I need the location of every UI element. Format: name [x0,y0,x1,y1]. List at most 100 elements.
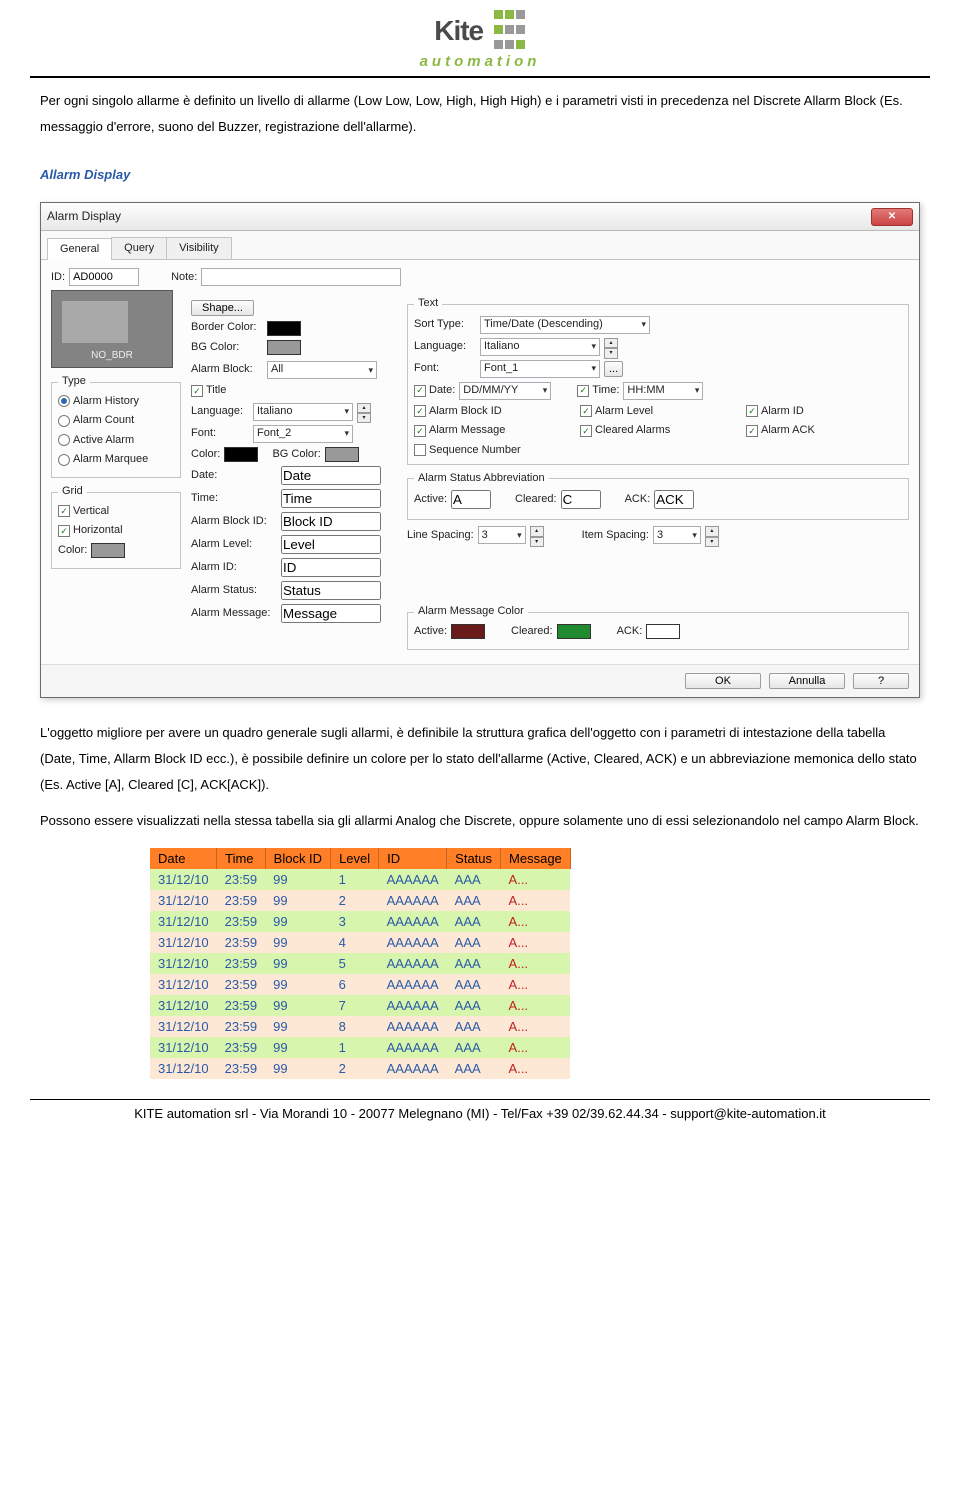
item-spacing-combo[interactable]: 3 [653,526,701,544]
close-icon[interactable]: ✕ [871,208,913,226]
type-radio-2[interactable]: Active Alarm [58,433,134,448]
text-language-spinner[interactable]: ▴▾ [604,338,618,356]
header-rule [30,76,930,78]
shape-button[interactable]: Shape... [191,300,254,316]
table-cell: A... [501,890,571,911]
cleared-abbrev-input[interactable] [561,490,601,509]
blockid-header-input[interactable] [281,512,381,531]
dialog-titlebar: Alarm Display ✕ [41,203,919,231]
type-radio-3[interactable]: Alarm Marquee [58,452,148,467]
table-cell: 4 [331,932,379,953]
ack-color-swatch[interactable] [646,624,680,639]
table-cell: 99 [265,911,330,932]
time-header-input[interactable] [281,489,381,508]
vertical-checkbox[interactable]: Vertical [58,504,109,519]
table-cell: AAAAAA [379,869,447,890]
grid-color-swatch[interactable] [91,543,125,558]
type-legend: Type [58,374,90,389]
line-spacing-combo[interactable]: 3 [478,526,526,544]
tab-query[interactable]: Query [111,237,167,259]
text-fieldset: Text Sort Type:Time/Date (Descending) La… [407,296,909,465]
text-language-combo[interactable]: Italiano [480,338,600,356]
table-cell: AAA [447,953,501,974]
date-format-combo[interactable]: DD/MM/YY [459,382,551,400]
cancel-button[interactable]: Annulla [769,673,845,689]
table-cell: AAA [447,1037,501,1058]
time-format-combo[interactable]: HH:MM [623,382,703,400]
sort-type-combo[interactable]: Time/Date (Descending) [480,316,650,334]
table-cell: 31/12/10 [150,911,217,932]
help-button[interactable]: ? [853,673,909,689]
border-color-swatch[interactable] [267,321,301,336]
page-footer: KITE automation srl - Via Morandi 10 - 2… [30,1099,930,1121]
table-header: Message [501,848,571,869]
table-cell: 99 [265,1016,330,1037]
title-language-combo[interactable]: Italiano [253,403,353,421]
logo-grid-icon [493,8,526,53]
active-color-swatch[interactable] [451,624,485,639]
table-cell: 8 [331,1016,379,1037]
table-cell: AAAAAA [379,932,447,953]
logo-subtitle: automation [420,53,541,70]
table-header: ID [379,848,447,869]
status-header-input[interactable] [281,581,381,600]
level-header-input[interactable] [281,535,381,554]
table-cell: A... [501,953,571,974]
horizontal-checkbox[interactable]: Horizontal [58,523,123,538]
cleared-color-swatch[interactable] [557,624,591,639]
msg-color-fieldset: Alarm Message Color Active: Cleared: ACK… [407,604,909,650]
alarm-table: DateTimeBlock IDLevelIDStatusMessage 31/… [150,848,571,1079]
check-alarm block id[interactable]: Alarm Block ID [414,404,570,419]
active-abbrev-input[interactable] [451,490,491,509]
check-alarm level[interactable]: Alarm Level [580,404,736,419]
title-checkbox[interactable]: Title [191,383,226,398]
message-header-input[interactable] [281,604,381,623]
note-input[interactable] [201,268,401,286]
title-bgcolor-swatch[interactable] [325,447,359,462]
type-radio-1[interactable]: Alarm Count [58,413,134,428]
check-alarm id[interactable]: Alarm ID [746,404,902,419]
table-cell: A... [501,869,571,890]
type-radio-0[interactable]: Alarm History [58,394,139,409]
table-cell: AAAAAA [379,911,447,932]
table-row: 31/12/1023:59991AAAAAAAAAA... [150,869,570,890]
line-spacing-spinner[interactable]: ▴▾ [530,526,544,544]
title-color-swatch[interactable] [224,447,258,462]
table-cell: AAA [447,995,501,1016]
tab-general[interactable]: General [47,238,112,260]
table-cell: 23:59 [217,911,266,932]
alarm-display-dialog: Alarm Display ✕ General Query Visibility… [40,202,920,698]
table-cell: 3 [331,911,379,932]
font-browse-button[interactable]: ... [604,361,623,377]
table-cell: 23:59 [217,869,266,890]
date-header-input[interactable] [281,466,381,485]
table-cell: AAAAAA [379,953,447,974]
date-checkbox[interactable]: Date: [414,383,455,398]
tab-visibility[interactable]: Visibility [166,237,232,259]
check-sequence number[interactable]: Sequence Number [414,443,570,458]
item-spacing-spinner[interactable]: ▴▾ [705,526,719,544]
language-spinner[interactable]: ▴▾ [357,403,371,421]
time-checkbox[interactable]: Time: [577,383,619,398]
table-cell: 99 [265,869,330,890]
alarm-block-combo[interactable]: All [267,361,377,379]
table-cell: 23:59 [217,890,266,911]
title-font-combo[interactable]: Font_2 [253,425,353,443]
text-font-combo[interactable]: Font_1 [480,360,600,378]
table-cell: 1 [331,1037,379,1058]
alarmid-header-input[interactable] [281,558,381,577]
table-cell: A... [501,932,571,953]
table-cell: 31/12/10 [150,932,217,953]
id-input[interactable] [69,268,139,286]
check-cleared alarms[interactable]: Cleared Alarms [580,423,736,438]
check-alarm message[interactable]: Alarm Message [414,423,570,438]
ack-abbrev-input[interactable] [654,490,694,509]
table-cell: 31/12/10 [150,869,217,890]
check-alarm ack[interactable]: Alarm ACK [746,423,902,438]
table-cell: AAAAAA [379,890,447,911]
dialog-title: Alarm Display [47,208,121,225]
bg-color-swatch[interactable] [267,340,301,355]
ok-button[interactable]: OK [685,673,761,689]
table-header: Block ID [265,848,330,869]
dialog-tabs: General Query Visibility [41,231,919,260]
